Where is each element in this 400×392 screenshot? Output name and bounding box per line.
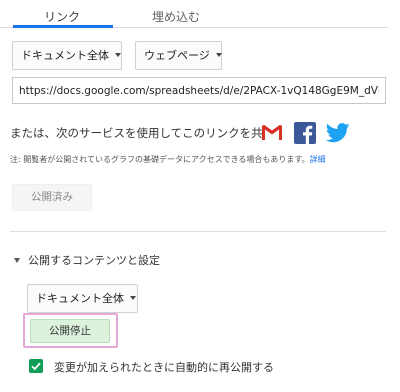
facebook-icon[interactable] (294, 122, 316, 144)
format-dropdown[interactable]: ウェブページ (135, 41, 222, 70)
auto-republish-label: 変更が加えられたときに自動的に再公開する (54, 361, 274, 374)
chevron-down-icon (215, 53, 222, 57)
stop-publishing-button[interactable]: 公開停止 (30, 319, 110, 343)
content-settings-toggle[interactable]: 公開するコンテンツと設定 (14, 252, 160, 268)
chevron-down-icon (130, 296, 136, 300)
twitter-icon[interactable] (325, 122, 350, 144)
publish-range-label: ドキュメント全体 (36, 292, 124, 305)
gmail-icon[interactable] (260, 120, 284, 144)
range-dropdown[interactable]: ドキュメント全体 (12, 41, 122, 70)
section-divider (10, 231, 386, 232)
active-tab-indicator (13, 25, 113, 28)
publish-range-dropdown[interactable]: ドキュメント全体 (27, 284, 138, 313)
published-url-field[interactable] (12, 77, 386, 104)
format-dropdown-label: ウェブページ (144, 49, 210, 62)
section-title: 公開するコンテンツと設定 (28, 254, 160, 267)
details-link[interactable]: 詳細 (310, 155, 326, 164)
data-access-note: 注: 閲覧者が公開されているグラフの基礎データにアクセスできる場合もあります。詳… (10, 154, 326, 165)
tab-link[interactable]: リンク (44, 8, 80, 25)
tab-bar: リンク 埋め込む (0, 0, 388, 28)
tab-embed[interactable]: 埋め込む (152, 8, 200, 25)
chevron-down-icon (115, 53, 121, 57)
auto-republish-checkbox[interactable] (29, 359, 43, 373)
expand-triangle-icon (14, 257, 20, 263)
published-button[interactable]: 公開済み (12, 184, 92, 211)
range-dropdown-label: ドキュメント全体 (21, 49, 109, 62)
share-prompt: または、次のサービスを使用してこのリンクを共有: (10, 126, 279, 140)
note-text: 注: 閲覧者が公開されているグラフの基礎データにアクセスできる場合もあります。 (10, 155, 310, 164)
checkmark-icon (31, 362, 41, 371)
